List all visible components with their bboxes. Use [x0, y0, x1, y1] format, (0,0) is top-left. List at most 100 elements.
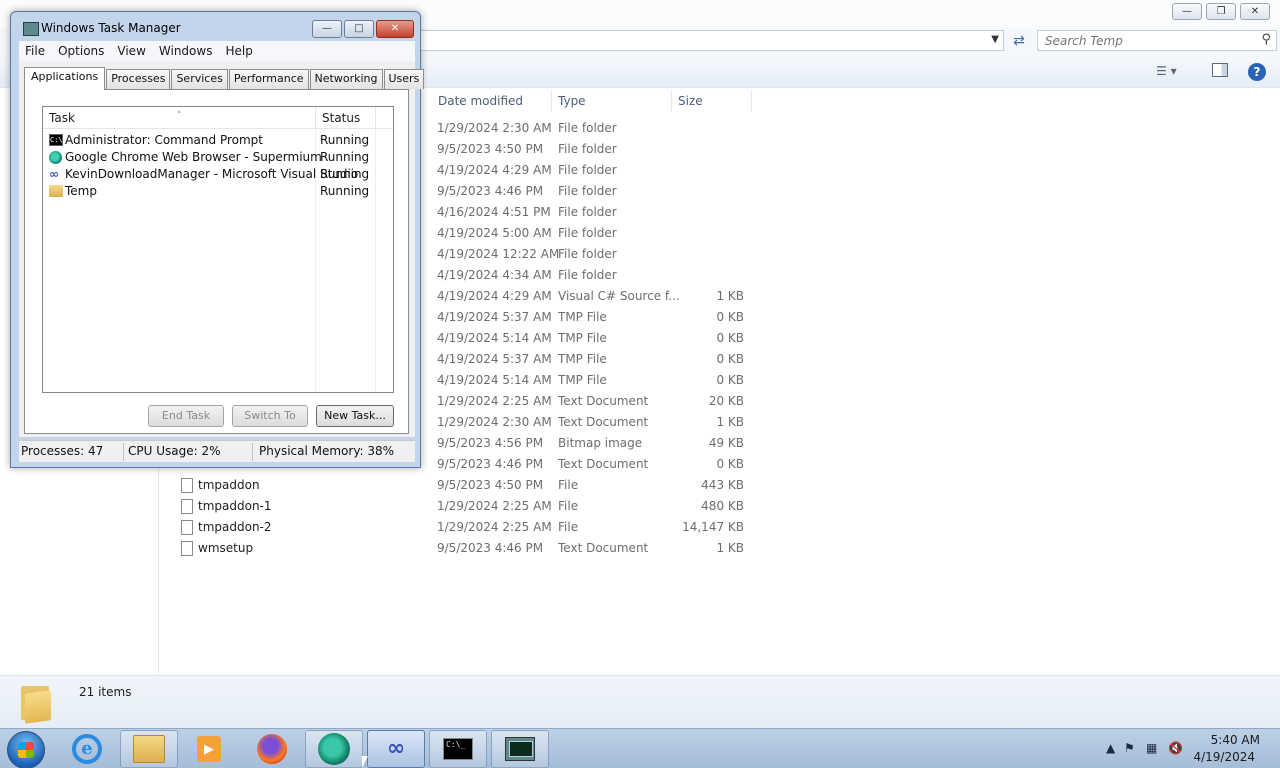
network-icon[interactable]: ▦	[1146, 741, 1157, 755]
tab-services[interactable]: Services	[171, 69, 228, 89]
file-size: 49 KB	[708, 436, 744, 450]
task-status: Running	[320, 167, 370, 181]
task-manager-status-bar: Processes: 47 CPU Usage: 2% Physical Mem…	[19, 440, 415, 462]
clock-time[interactable]: 5:40 AM	[1211, 733, 1260, 747]
column-header-filler	[376, 107, 393, 129]
task-row[interactable]: C:\ Administrator: Command Prompt Runnin…	[47, 132, 387, 149]
taskbar-media-player[interactable]: ▶	[180, 730, 238, 768]
file-date-modified: 4/19/2024 5:37 AM	[437, 352, 552, 366]
menu-file[interactable]: File	[19, 44, 51, 58]
file-date-modified: 4/19/2024 4:34 AM	[437, 268, 552, 282]
file-date-modified: 4/16/2024 4:51 PM	[437, 205, 551, 219]
column-header-task[interactable]: Task ˄	[43, 107, 316, 129]
explorer-details-pane: 21 items	[0, 675, 1280, 728]
file-date-modified: 1/29/2024 2:25 AM	[437, 499, 552, 513]
task-row[interactable]: Google Chrome Web Browser - Supermium Ru…	[47, 149, 387, 166]
file-name: tmpaddon-2	[198, 520, 272, 534]
address-bar[interactable]: ▼	[416, 30, 1004, 51]
file-size: 1 KB	[716, 541, 744, 555]
close-button[interactable]: ✕	[376, 20, 414, 38]
visual-studio-icon: ∞	[49, 167, 59, 181]
file-date-modified: 4/19/2024 4:29 AM	[437, 289, 552, 303]
refresh-icon[interactable]: ⇄	[1008, 31, 1030, 51]
taskbar-firefox[interactable]	[243, 730, 301, 768]
volume-muted-icon[interactable]: 🔇	[1168, 741, 1183, 755]
task-row[interactable]: ∞ KevinDownloadManager - Microsoft Visua…	[47, 166, 387, 183]
task-row[interactable]: Temp Running	[47, 183, 387, 200]
file-type: Text Document	[558, 457, 649, 471]
file-row[interactable]: tmpaddon-1 1/29/2024 2:25 AM File 480 KB	[176, 497, 756, 518]
taskbar-task-manager[interactable]	[491, 730, 549, 768]
file-icon	[181, 499, 193, 514]
file-type: File	[558, 520, 579, 534]
minimize-button[interactable]: —	[1172, 3, 1202, 20]
show-hidden-icons-icon[interactable]: ▲	[1106, 741, 1115, 755]
column-header-size[interactable]: Size	[674, 90, 752, 112]
search-box[interactable]: ⚲	[1037, 30, 1277, 51]
column-header-date-modified[interactable]: Date modified	[434, 90, 552, 112]
cpu-usage: CPU Usage: 2%	[128, 444, 221, 458]
file-size: 0 KB	[716, 331, 744, 345]
column-header-status[interactable]: Status	[316, 107, 376, 129]
file-date-modified: 4/19/2024 4:29 AM	[437, 163, 552, 177]
file-size: 0 KB	[716, 352, 744, 366]
end-task-button[interactable]: End Task	[148, 405, 224, 427]
window-title: Windows Task Manager	[41, 21, 181, 35]
column-header-type[interactable]: Type	[554, 90, 672, 112]
switch-to-button[interactable]: Switch To	[232, 405, 308, 427]
chevron-down-icon[interactable]: ▼	[991, 34, 999, 45]
start-button[interactable]	[7, 731, 45, 768]
close-button[interactable]: ✕	[1240, 3, 1270, 20]
tab-performance[interactable]: Performance	[228, 69, 309, 89]
file-type: Text Document	[558, 541, 649, 555]
taskbar-supermium[interactable]	[305, 730, 363, 768]
action-center-flag-icon[interactable]: ⚑	[1124, 741, 1135, 755]
task-name: Google Chrome Web Browser - Supermium	[65, 150, 322, 164]
menu-windows[interactable]: Windows	[153, 44, 219, 58]
process-count: Processes: 47	[21, 444, 104, 458]
file-icon	[181, 541, 193, 556]
tab-networking[interactable]: Networking	[309, 69, 383, 89]
clock-date[interactable]: 4/19/2024	[1193, 750, 1255, 764]
restore-button[interactable]: ❐	[1206, 3, 1236, 20]
folder-icon	[19, 682, 53, 724]
tab-applications[interactable]: Applications	[24, 67, 106, 90]
tab-processes[interactable]: Processes	[106, 69, 171, 89]
maximize-button[interactable]: □	[344, 20, 374, 38]
media-player-icon: ▶	[197, 736, 221, 762]
menu-help[interactable]: Help	[219, 44, 258, 58]
file-date-modified: 9/5/2023 4:50 PM	[437, 478, 544, 492]
minimize-button[interactable]: —	[312, 20, 342, 38]
change-view-button[interactable]: ☰ ▾	[1156, 64, 1177, 78]
file-date-modified: 1/29/2024 2:30 AM	[437, 415, 552, 429]
preview-pane-button[interactable]	[1212, 63, 1228, 77]
new-task-button[interactable]: New Task...	[316, 405, 394, 427]
search-input[interactable]	[1038, 31, 1248, 50]
status-divider	[252, 443, 253, 461]
file-row[interactable]: tmpaddon-2 1/29/2024 2:25 AM File 14,147 KB	[176, 518, 756, 539]
search-icon[interactable]: ⚲	[1261, 32, 1271, 47]
file-type: File folder	[558, 226, 617, 240]
taskbar-visual-studio[interactable]: ∞	[367, 730, 425, 768]
menu-options[interactable]: Options	[52, 44, 110, 58]
taskbar-windows-explorer[interactable]	[120, 730, 178, 768]
task-status: Running	[320, 133, 370, 147]
file-icon	[181, 478, 193, 493]
taskbar-command-prompt[interactable]: C:\_	[429, 730, 487, 768]
task-list[interactable]: Task ˄ Status C:\ Administrator: Command…	[42, 106, 394, 393]
file-date-modified: 4/19/2024 5:14 AM	[437, 331, 552, 345]
file-type: File folder	[558, 142, 617, 156]
file-row[interactable]: tmpaddon 9/5/2023 4:50 PM File 443 KB	[176, 476, 756, 497]
command-prompt-icon: C:\_	[443, 738, 473, 760]
help-icon[interactable]: ?	[1248, 63, 1266, 81]
internet-explorer-icon: e	[72, 734, 102, 764]
menu-view[interactable]: View	[111, 44, 151, 58]
task-manager-window: Windows Task Manager — □ ✕ File Options …	[10, 11, 425, 468]
task-name: Temp	[65, 184, 97, 198]
file-row[interactable]: wmsetup 9/5/2023 4:46 PM Text Document 1 KB	[176, 539, 756, 560]
tab-users[interactable]: Users	[383, 69, 425, 89]
taskbar-internet-explorer[interactable]: e	[58, 730, 116, 768]
windows-explorer-icon	[133, 735, 165, 763]
folder-icon	[49, 185, 63, 197]
file-size: 0 KB	[716, 457, 744, 471]
